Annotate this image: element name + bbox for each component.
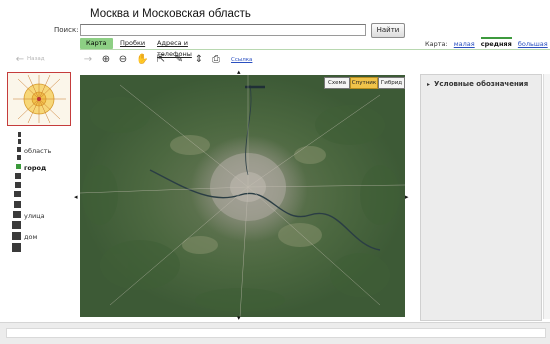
bottom-bar [0, 322, 550, 344]
overview-minimap[interactable] [7, 72, 71, 126]
back-arrow-icon[interactable]: ← [14, 54, 26, 66]
status-strip [6, 328, 546, 338]
zoom-label-house: дом [24, 233, 38, 241]
map-size-medium[interactable]: средняя [480, 37, 512, 48]
zoom-label-region: область [24, 147, 52, 155]
ruler-icon[interactable]: ✎ [173, 54, 185, 66]
zoom-step[interactable] [18, 132, 21, 137]
map-size-small[interactable]: малая [454, 40, 475, 48]
page-title: Москва и Московская область [90, 8, 251, 20]
zoom-step[interactable] [17, 155, 21, 160]
map-size-label: Карта: [425, 40, 448, 48]
satellite-texture [80, 75, 405, 317]
tab-traffic[interactable]: Пробки [120, 38, 145, 49]
legend-title: Условные обозначения [434, 80, 529, 88]
tab-map[interactable]: Карта [80, 38, 113, 49]
zoom-label-city: город [24, 164, 47, 172]
select-cursor-icon[interactable]: ⇱ [155, 54, 167, 66]
maptype-satellite[interactable]: Спутник [350, 77, 378, 89]
pan-up-icon[interactable]: ▴ [237, 68, 241, 76]
pan-left-icon[interactable]: ◂ [74, 193, 78, 201]
map-toolbar: ← → ⊕ ⊖ ✋ ⇱ ✎ ⇕ ⎙ [0, 52, 550, 70]
vertical-scrollbar[interactable] [543, 74, 550, 319]
zoom-label-street: улица [24, 212, 45, 220]
search-button[interactable]: Найти [371, 23, 405, 38]
zoom-step[interactable] [17, 147, 21, 152]
tab-underline [80, 49, 550, 50]
search-input[interactable] [80, 24, 366, 36]
map-size-large[interactable]: большая [518, 40, 548, 48]
zoom-step[interactable] [12, 243, 21, 252]
tab-addresses[interactable]: Адреса и телефоны [157, 38, 192, 58]
hand-pan-icon[interactable]: ✋ [136, 54, 148, 66]
pan-down-icon[interactable]: ▾ [237, 314, 241, 322]
zoom-step[interactable] [14, 201, 21, 208]
pan-right-icon[interactable]: ▸ [405, 193, 409, 201]
zoom-step-current[interactable] [16, 164, 21, 169]
forward-arrow-icon[interactable]: → [82, 54, 94, 66]
zoom-out-icon[interactable]: ⊖ [117, 54, 129, 66]
updown-arrows-icon[interactable]: ⇕ [193, 54, 205, 66]
map-satellite-view[interactable]: Схема Спутник Гибрид [80, 75, 405, 317]
zoom-step[interactable] [12, 221, 21, 229]
permalink-link[interactable]: Ссылка [231, 57, 252, 63]
zoom-step[interactable] [15, 173, 21, 179]
maptype-hybrid[interactable]: Гибрид [378, 77, 405, 89]
legend-header[interactable]: ▸ Условные обозначения [427, 80, 528, 88]
minimap-graphic [8, 73, 70, 125]
zoom-step[interactable] [14, 191, 21, 197]
zoom-step[interactable] [18, 139, 21, 144]
legend-panel: ▸ Условные обозначения [420, 74, 542, 321]
print-icon[interactable]: ⎙ [210, 54, 222, 66]
search-label: Поиск: [54, 26, 79, 34]
zoom-in-icon[interactable]: ⊕ [100, 54, 112, 66]
zoom-step[interactable] [13, 211, 21, 218]
expand-triangle-icon: ▸ [427, 81, 431, 88]
zoom-step[interactable] [12, 232, 21, 240]
map-size-selector: Карта: малая средняя большая [425, 37, 548, 48]
back-link[interactable]: Назад [27, 56, 45, 62]
maptype-scheme[interactable]: Схема [324, 77, 350, 89]
zoom-step[interactable] [15, 182, 21, 188]
